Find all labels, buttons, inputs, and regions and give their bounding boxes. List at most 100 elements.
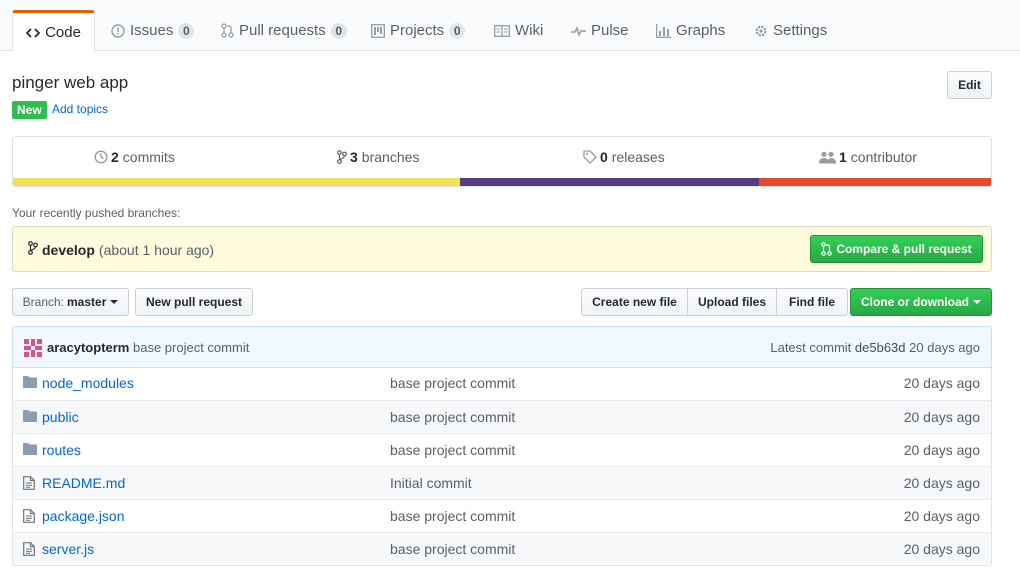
tab-pulse[interactable]: Pulse [571, 10, 629, 51]
commits-label: commits [122, 149, 175, 165]
pull-request-icon [221, 23, 234, 38]
recent-branches-label: Your recently pushed branches: [12, 206, 181, 220]
file-name-link[interactable]: server.js [42, 541, 94, 557]
clone-download-button[interactable]: Clone or download [850, 288, 992, 316]
tab-code[interactable]: Code [12, 10, 95, 52]
file-row: package.json base project commit 20 days a… [13, 499, 991, 532]
file-row: public base project commit 20 days ago [13, 400, 991, 433]
tag-icon [583, 150, 597, 164]
latest-commit-info: Latest commit de5b63d 20 days ago [770, 340, 980, 355]
upload-files-button[interactable]: Upload files [687, 288, 777, 316]
edit-button[interactable]: Edit [947, 71, 992, 99]
recent-branch-name[interactable]: develop [42, 242, 95, 258]
recent-branch-banner: develop (about 1 hour ago) Compare & pul… [12, 226, 992, 272]
file-commit-message[interactable]: Initial commit [390, 475, 472, 491]
releases-link[interactable]: 0 releases [583, 149, 665, 165]
projects-counter: 0 [449, 22, 466, 39]
commits-count: 2 [111, 149, 119, 165]
tab-label: Projects [390, 22, 445, 39]
avatar[interactable] [24, 339, 42, 357]
new-pull-request-button[interactable]: New pull request [135, 288, 253, 316]
contributors-link[interactable]: 1 contributor [819, 149, 917, 165]
language-bar[interactable] [13, 178, 991, 186]
branches-label: branches [361, 149, 420, 165]
branches-link[interactable]: 3 branches [337, 149, 419, 165]
recent-branch-time: (about 1 hour ago) [98, 241, 215, 258]
file-age: 20 days ago [903, 508, 980, 524]
tab-label: Graphs [676, 22, 726, 39]
file-icon [23, 476, 35, 490]
find-file-button[interactable]: Find file [776, 288, 848, 316]
people-icon [819, 151, 836, 164]
commits-link[interactable]: 2 commits [94, 149, 175, 165]
tab-label: Settings [773, 22, 828, 39]
file-age: 20 days ago [903, 442, 980, 458]
file-list: node_modules base project commit 20 days a… [12, 367, 992, 566]
add-topics-link[interactable]: Add topics [52, 102, 108, 116]
file-name-link[interactable]: routes [42, 442, 81, 458]
tab-settings[interactable]: Settings [754, 10, 827, 51]
tab-label: Code [45, 24, 81, 41]
file-row: README.md Initial commit 20 days ago [13, 466, 991, 499]
repo-description: pinger web app [12, 73, 129, 92]
issues-counter: 0 [178, 22, 195, 39]
file-name-link[interactable]: README.md [42, 475, 125, 491]
create-new-file-button[interactable]: Create new file [581, 288, 688, 316]
new-badge: New [12, 101, 47, 119]
clone-label: Clone or download [861, 295, 969, 309]
branch-prefix: Branch: [22, 295, 64, 309]
folder-icon [23, 443, 37, 455]
file-row: node_modules base project commit 20 days a… [13, 367, 991, 400]
file-row: server.js base project commit 20 days ago [13, 532, 991, 565]
file-commit-message[interactable]: base project commit [390, 541, 515, 557]
file-age: 20 days ago [903, 541, 980, 557]
numbers-summary: 2 commits 3 branches 0 releases 1 contri… [12, 136, 992, 187]
repo-nav: Code Issues 0 Pull requests 0 Projects 0… [0, 0, 1020, 52]
language-segment[interactable] [759, 178, 991, 186]
file-name-link[interactable]: node_modules [42, 375, 134, 391]
branch-name: master [67, 295, 107, 309]
pull-request-icon [821, 242, 833, 256]
file-commit-message[interactable]: base project commit [390, 409, 515, 425]
compare-pull-request-button[interactable]: Compare & pull request [810, 235, 983, 263]
tab-projects[interactable]: Projects 0 [371, 10, 466, 51]
tab-label: Wiki [515, 22, 544, 39]
commit-age: 20 days ago [909, 340, 980, 355]
book-icon [494, 24, 510, 37]
file-commit-message[interactable]: base project commit [390, 508, 515, 524]
file-name-link[interactable]: package.json [42, 508, 125, 524]
pulse-icon [571, 25, 586, 37]
commit-sha[interactable]: de5b63d [855, 340, 906, 355]
compare-label: Compare & pull request [836, 242, 972, 256]
commit-author[interactable]: aracytopterm [47, 340, 129, 355]
commit-message[interactable]: base project commit [133, 340, 249, 355]
file-age: 20 days ago [903, 409, 980, 425]
tab-label: Issues [130, 22, 174, 39]
file-commit-message[interactable]: base project commit [390, 375, 515, 391]
tab-graphs[interactable]: Graphs [656, 10, 725, 51]
branch-select-menu[interactable]: Branch: master [12, 288, 129, 316]
language-segment[interactable] [459, 178, 760, 186]
file-icon [23, 509, 35, 523]
file-actions-group: Create new file Upload files Find file [581, 288, 848, 316]
file-age: 20 days ago [903, 475, 980, 491]
tab-wiki[interactable]: Wiki [494, 10, 543, 51]
project-icon [371, 23, 385, 38]
recent-branch-info: develop (about 1 hour ago) [28, 241, 214, 258]
gear-icon [754, 24, 768, 38]
tab-pull-requests[interactable]: Pull requests 0 [221, 10, 347, 51]
file-commit-message[interactable]: base project commit [390, 442, 515, 458]
folder-icon [23, 410, 37, 422]
file-name-link[interactable]: public [42, 409, 79, 425]
tab-label: Pull requests [239, 22, 326, 39]
contributors-label: contributor [850, 149, 917, 165]
file-age: 20 days ago [903, 375, 980, 391]
issue-icon [111, 23, 125, 38]
tab-issues[interactable]: Issues 0 [111, 10, 195, 51]
caret-down-icon [110, 300, 119, 304]
releases-label: releases [611, 149, 665, 165]
code-icon [26, 26, 41, 40]
file-icon [23, 542, 35, 556]
language-segment[interactable] [13, 178, 460, 186]
latest-commit-bar: aracytopterm base project commit Latest … [12, 326, 992, 368]
